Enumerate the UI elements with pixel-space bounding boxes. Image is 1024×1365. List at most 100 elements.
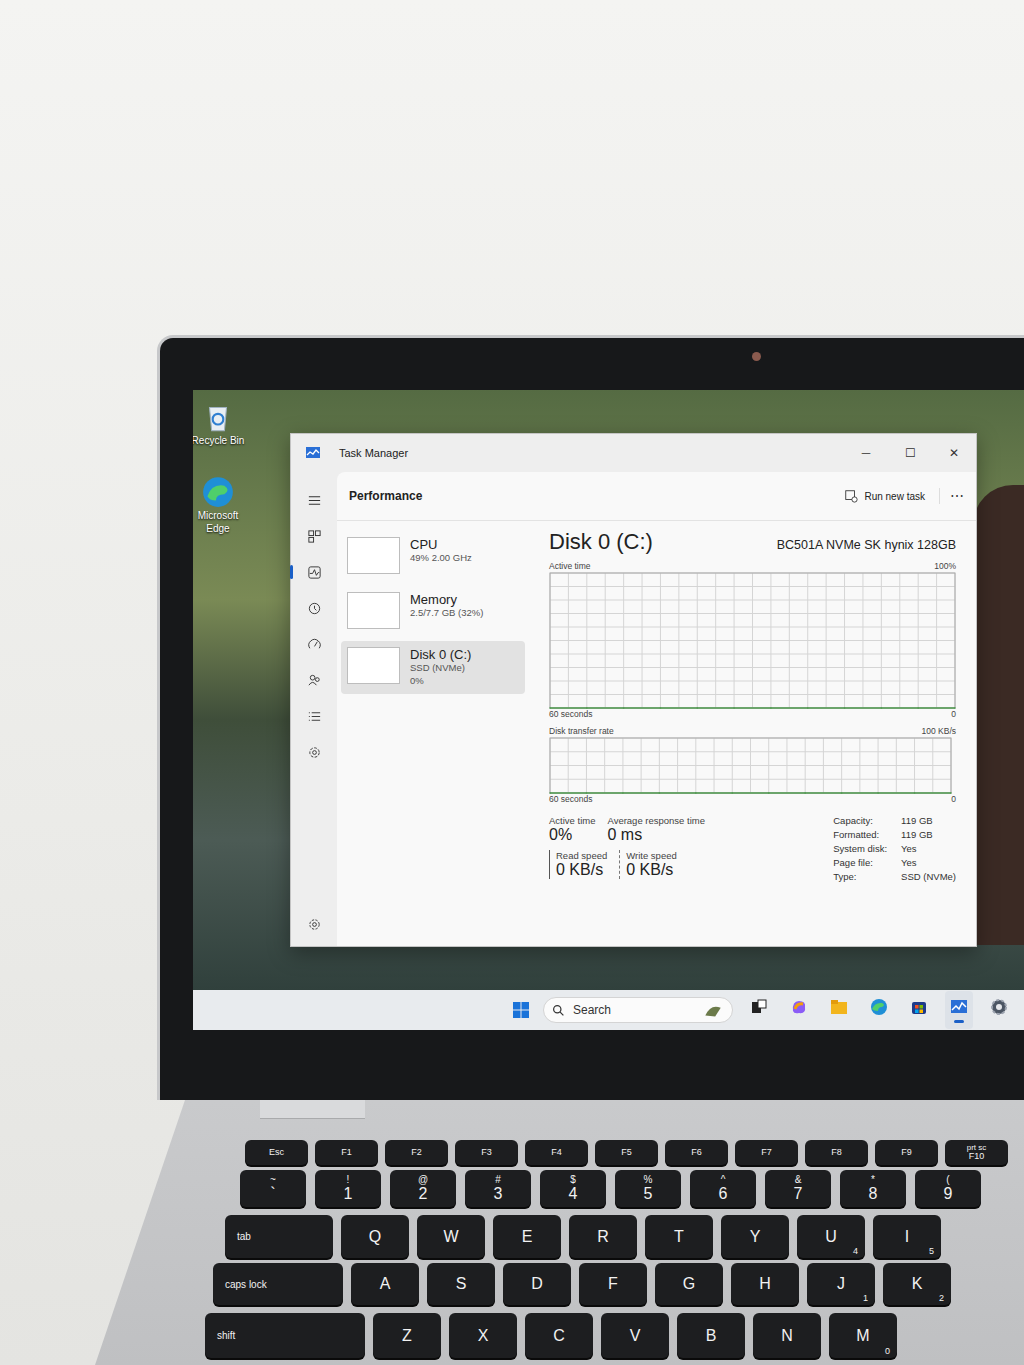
chart-point <box>804 792 806 794</box>
keyboard-key[interactable]: F6 <box>665 1140 728 1165</box>
nav-item[interactable] <box>299 560 329 584</box>
key-sub-label: 5 <box>929 1246 934 1256</box>
keyboard-key[interactable]: & 7 <box>765 1170 831 1207</box>
keyboard-key[interactable]: F9 <box>875 1140 938 1165</box>
keyboard-key[interactable]: H <box>731 1263 799 1305</box>
photo-scene: Recycle Bin Microsoft Edge Task Manager … <box>0 0 1024 1365</box>
taskbar-app[interactable] <box>745 991 773 1029</box>
key-label: U <box>825 1228 837 1246</box>
keyboard-key[interactable]: J 1 <box>807 1263 875 1305</box>
nav-item[interactable] <box>299 524 329 548</box>
nav-item[interactable] <box>299 912 329 936</box>
window-control-button[interactable]: ─ <box>844 446 888 460</box>
taskbar-app[interactable] <box>785 991 813 1029</box>
keyboard-key[interactable]: V <box>601 1313 669 1358</box>
nav-item[interactable] <box>299 704 329 728</box>
keyboard-key[interactable]: * 8 <box>840 1170 906 1207</box>
window-control-button[interactable]: ☐ <box>888 446 932 460</box>
windows-start-icon[interactable] <box>511 1000 531 1020</box>
key-label: J <box>837 1275 845 1293</box>
taskbar-app[interactable] <box>985 991 1013 1029</box>
speed-row: Read speed 0 KB/sWrite speed 0 KB/s <box>549 850 705 879</box>
task-manager-icon <box>305 445 321 461</box>
keyboard-key[interactable]: B <box>677 1313 745 1358</box>
keyboard-key[interactable]: Q <box>341 1215 409 1258</box>
taskbar-app[interactable] <box>945 991 973 1029</box>
keyboard-key[interactable]: F1 <box>315 1140 378 1165</box>
keyboard-key[interactable]: prt sc F10 <box>945 1140 1008 1165</box>
nav-item[interactable] <box>299 596 329 620</box>
keyboard-row: ~ ` ! 1 @ 2 # 3 $ 4 % 5 ^ 6 & 7 * 8 ( 9 <box>240 1170 1024 1207</box>
keyboard-key[interactable]: X <box>449 1313 517 1358</box>
keyboard-key[interactable]: # 3 <box>465 1170 531 1207</box>
keyboard-key[interactable]: ^ 6 <box>690 1170 756 1207</box>
keyboard-key[interactable]: W <box>417 1215 485 1258</box>
keyboard-key[interactable]: K 2 <box>883 1263 951 1305</box>
resource-item[interactable]: Disk 0 (C:) SSD (NVMe)0% <box>341 641 525 694</box>
keyboard-key[interactable]: ~ ` <box>240 1170 306 1207</box>
key-label: ` <box>270 1185 275 1203</box>
keyboard-key[interactable]: T <box>645 1215 713 1258</box>
keyboard-key[interactable]: R <box>569 1215 637 1258</box>
desktop-icon[interactable]: Microsoft Edge <box>193 475 246 535</box>
keyboard-key[interactable]: M 0 <box>829 1313 897 1358</box>
search-box[interactable]: Search <box>543 997 733 1023</box>
keyboard-key[interactable]: F5 <box>595 1140 658 1165</box>
key-label: 3 <box>494 1185 503 1203</box>
run-new-task-button[interactable]: Run new task <box>844 489 925 503</box>
keyboard-key[interactable]: Y <box>721 1215 789 1258</box>
nav-item[interactable] <box>299 668 329 692</box>
keyboard-key[interactable]: N <box>753 1313 821 1358</box>
wallpaper-animal <box>973 485 1024 945</box>
keyboard-key[interactable]: E <box>493 1215 561 1258</box>
keyboard-key[interactable]: F2 <box>385 1140 448 1165</box>
task-manager-window: Task Manager ─☐✕ Performance Run new tas… <box>290 433 977 947</box>
keyboard-key[interactable]: F4 <box>525 1140 588 1165</box>
running-indicator <box>874 1020 884 1023</box>
keyboard-key[interactable]: U 4 <box>797 1215 865 1258</box>
keyboard-key[interactable]: % 5 <box>615 1170 681 1207</box>
chart-plot <box>549 737 952 794</box>
hinge <box>260 1100 365 1119</box>
window-body: Performance Run new task ⋯ CPU 49% 2.00 … <box>291 472 976 946</box>
more-button[interactable]: ⋯ <box>939 488 964 504</box>
keyboard-key[interactable]: Esc <box>245 1140 308 1165</box>
keyboard-key[interactable]: F8 <box>805 1140 868 1165</box>
keyboard-key[interactable]: shift <box>205 1313 365 1358</box>
key-label: F9 <box>901 1148 912 1158</box>
nav-rail <box>291 472 337 946</box>
keyboard-key[interactable]: C <box>525 1313 593 1358</box>
running-indicator <box>954 1020 964 1023</box>
keyboard-key[interactable]: ! 1 <box>315 1170 381 1207</box>
keyboard-key[interactable]: F <box>579 1263 647 1305</box>
keyboard-key[interactable]: @ 2 <box>390 1170 456 1207</box>
key-label: Esc <box>269 1148 284 1158</box>
taskbar-app[interactable] <box>905 991 933 1029</box>
nav-item[interactable] <box>299 740 329 764</box>
keyboard-key[interactable]: I 5 <box>873 1215 941 1258</box>
disk-detail: Disk 0 (C:) BC501A NVMe SK hynix 128GB A… <box>525 521 976 946</box>
resource-item[interactable]: CPU 49% 2.00 GHz <box>341 531 525 580</box>
keyboard-key[interactable]: D <box>503 1263 571 1305</box>
taskbar-app[interactable] <box>825 991 853 1029</box>
keyboard-key[interactable]: $ 4 <box>540 1170 606 1207</box>
keyboard-key[interactable]: A <box>351 1263 419 1305</box>
nav-item[interactable] <box>299 488 329 512</box>
keyboard-key[interactable]: S <box>427 1263 495 1305</box>
running-indicator <box>834 1020 844 1023</box>
keyboard-key[interactable]: G <box>655 1263 723 1305</box>
resource-item[interactable]: Memory 2.5/7.7 GB (32%) <box>341 586 525 635</box>
keyboard-key[interactable]: Z <box>373 1313 441 1358</box>
desktop-icon[interactable]: Recycle Bin <box>193 400 246 447</box>
nav-item[interactable] <box>299 632 329 656</box>
keyboard-key[interactable]: F7 <box>735 1140 798 1165</box>
wall <box>0 0 1024 335</box>
window-control-button[interactable]: ✕ <box>932 446 976 460</box>
keyboard-key[interactable]: ( 9 <box>915 1170 981 1207</box>
keyboard-key[interactable]: F3 <box>455 1140 518 1165</box>
taskbar-app[interactable] <box>865 991 893 1029</box>
keyboard-key[interactable]: caps lock <box>213 1263 343 1305</box>
stat-label: Active time <box>549 815 595 826</box>
chart-point <box>733 707 735 709</box>
keyboard-key[interactable]: tab <box>225 1215 333 1258</box>
